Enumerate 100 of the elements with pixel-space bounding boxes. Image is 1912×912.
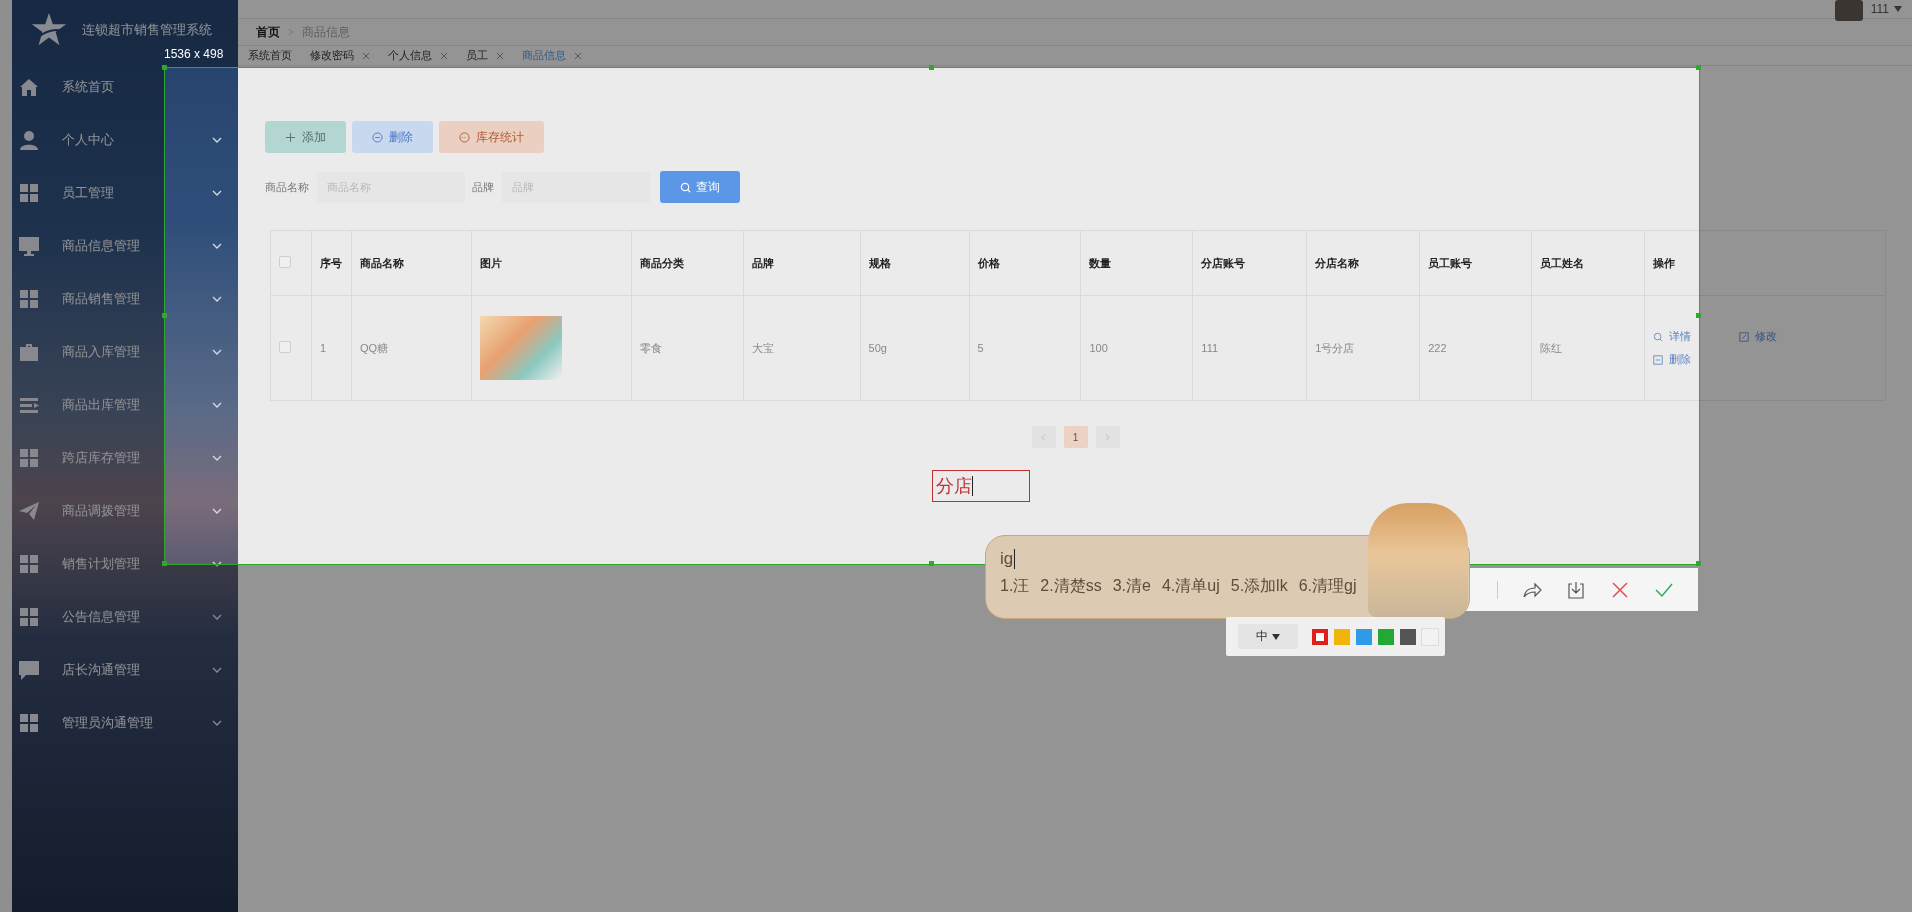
ime-composition: ig xyxy=(1000,549,1014,569)
table-cell: 100 xyxy=(1080,295,1193,401)
sidebar-item[interactable]: 销售计划管理 xyxy=(12,537,238,590)
table-cell: 222 xyxy=(1419,295,1532,401)
table-cell: QQ糖 xyxy=(351,295,472,401)
table-cell: 零食 xyxy=(631,295,744,401)
field-label: 商品名称 xyxy=(265,179,309,195)
caret-icon xyxy=(1272,633,1280,640)
ime-candidate[interactable]: 3.清e xyxy=(1112,576,1151,597)
chevron-right-icon xyxy=(288,28,294,36)
app-title: 连锁超市销售管理系统 xyxy=(82,21,212,39)
table-cell: 1号分店 xyxy=(1306,295,1420,401)
table-cell: 5 xyxy=(969,295,1081,401)
sidebar-item[interactable]: 商品出库管理 xyxy=(12,378,238,431)
column-header: 图片 xyxy=(471,230,632,296)
view-link[interactable]: 详情 xyxy=(1652,329,1739,344)
avatar-photo-placeholder[interactable] xyxy=(1834,0,1863,21)
resize-handle[interactable] xyxy=(929,65,934,70)
sidebar-item[interactable]: 个人中心 xyxy=(12,113,238,166)
grid-icon xyxy=(18,552,40,575)
ime-candidate[interactable]: 4.清单uj xyxy=(1161,576,1220,597)
resize-handle[interactable] xyxy=(929,561,934,566)
table-cell: 50g xyxy=(860,295,970,401)
search-icon xyxy=(1652,331,1663,342)
sidebar-item[interactable]: 公告信息管理 xyxy=(12,590,238,643)
sidebar-item[interactable]: 管理员沟通管理 xyxy=(12,696,238,749)
table-cell: 111 xyxy=(1192,295,1307,401)
user-name[interactable]: 111 xyxy=(1870,2,1889,16)
color-swatch[interactable] xyxy=(1334,628,1350,645)
sidebar-item[interactable]: 系统首页 xyxy=(12,60,238,113)
sidebar-item[interactable]: 商品调拨管理 xyxy=(12,484,238,537)
grid-icon xyxy=(18,605,40,628)
column-header: 分店名称 xyxy=(1306,230,1420,296)
close-icon[interactable] xyxy=(440,51,448,60)
dots-circle-icon xyxy=(459,131,470,143)
resize-handle[interactable] xyxy=(1696,65,1701,70)
sidebar-item[interactable]: 店长沟通管理 xyxy=(12,643,238,696)
close-icon[interactable] xyxy=(1610,579,1630,600)
close-icon[interactable] xyxy=(496,51,504,60)
minus-circle-icon xyxy=(372,131,383,143)
grid-icon xyxy=(18,181,40,204)
text-cursor xyxy=(972,476,973,496)
column-header: 规格 xyxy=(860,230,970,296)
tab[interactable]: 个人信息 xyxy=(388,48,448,63)
column-header: 分店账号 xyxy=(1192,230,1307,296)
selection-size-label: 1536 x 498 xyxy=(164,47,224,61)
tab[interactable]: 员工 xyxy=(466,48,504,63)
close-icon[interactable] xyxy=(574,51,582,60)
resize-handle[interactable] xyxy=(162,561,167,566)
sidebar-item[interactable]: 员工管理 xyxy=(12,166,238,219)
table-cell: 陈红 xyxy=(1531,295,1645,401)
color-swatch[interactable] xyxy=(1356,628,1372,645)
column-header: 数量 xyxy=(1080,230,1193,296)
search-button[interactable]: 查询 xyxy=(660,171,740,203)
column-header: 操作 xyxy=(1644,230,1886,296)
select-all-checkbox[interactable] xyxy=(279,256,291,268)
resize-handle[interactable] xyxy=(162,313,167,318)
stats-button[interactable]: 库存统计 xyxy=(439,121,544,153)
row-checkbox[interactable] xyxy=(279,341,291,353)
close-icon[interactable] xyxy=(362,51,370,60)
table-cell: 1 xyxy=(311,295,352,401)
ime-candidate[interactable]: 1.汪 xyxy=(1000,576,1030,597)
edit-link[interactable]: 修改 xyxy=(1738,329,1819,344)
plus-icon xyxy=(285,131,296,143)
breadcrumb-item[interactable]: 首页 xyxy=(256,23,280,41)
color-swatch[interactable] xyxy=(1312,628,1328,645)
page-button[interactable]: 1 xyxy=(1063,426,1088,448)
sidebar-item[interactable]: 商品销售管理 xyxy=(12,272,238,325)
pen-size-dropdown[interactable]: 中 xyxy=(1238,624,1298,649)
plane-icon xyxy=(18,499,40,522)
grid-icon xyxy=(18,446,40,469)
chat-icon xyxy=(18,658,40,681)
sidebar-item[interactable]: 跨店库存管理 xyxy=(12,431,238,484)
column-header: 品牌 xyxy=(743,230,861,296)
text-annotation[interactable]: 分店 xyxy=(932,470,1030,502)
tab[interactable]: 商品信息 xyxy=(522,48,582,63)
delete-button[interactable]: 删除 xyxy=(352,121,433,153)
search-icon xyxy=(680,181,691,193)
resize-handle[interactable] xyxy=(162,65,167,70)
resize-handle[interactable] xyxy=(1696,313,1701,318)
download-icon[interactable] xyxy=(1566,579,1586,600)
caret-icon xyxy=(1894,6,1902,12)
ime-candidate[interactable]: 2.清楚ss xyxy=(1040,576,1102,597)
tab[interactable]: 系统首页 xyxy=(248,48,292,63)
tab[interactable]: 修改密码 xyxy=(310,48,370,63)
column-header: 商品名称 xyxy=(351,230,472,296)
add-button[interactable]: 添加 xyxy=(265,121,346,153)
sidebar-item[interactable]: 商品信息管理 xyxy=(12,219,238,272)
person-icon xyxy=(18,128,40,151)
table-cell: 大宝 xyxy=(743,295,861,401)
ime-candidate[interactable]: 6.清理gj xyxy=(1298,576,1357,597)
grid-icon xyxy=(18,711,40,734)
sidebar-item[interactable]: 商品入库管理 xyxy=(12,325,238,378)
ime-candidate[interactable]: 5.添加lk xyxy=(1230,576,1288,597)
resize-handle[interactable] xyxy=(1696,561,1701,566)
color-swatch[interactable] xyxy=(1378,628,1394,645)
column-header: 商品分类 xyxy=(631,230,744,296)
monitor-icon xyxy=(18,234,40,257)
color-swatch[interactable] xyxy=(1400,628,1416,645)
delete-link[interactable]: 删除 xyxy=(1652,352,1739,367)
